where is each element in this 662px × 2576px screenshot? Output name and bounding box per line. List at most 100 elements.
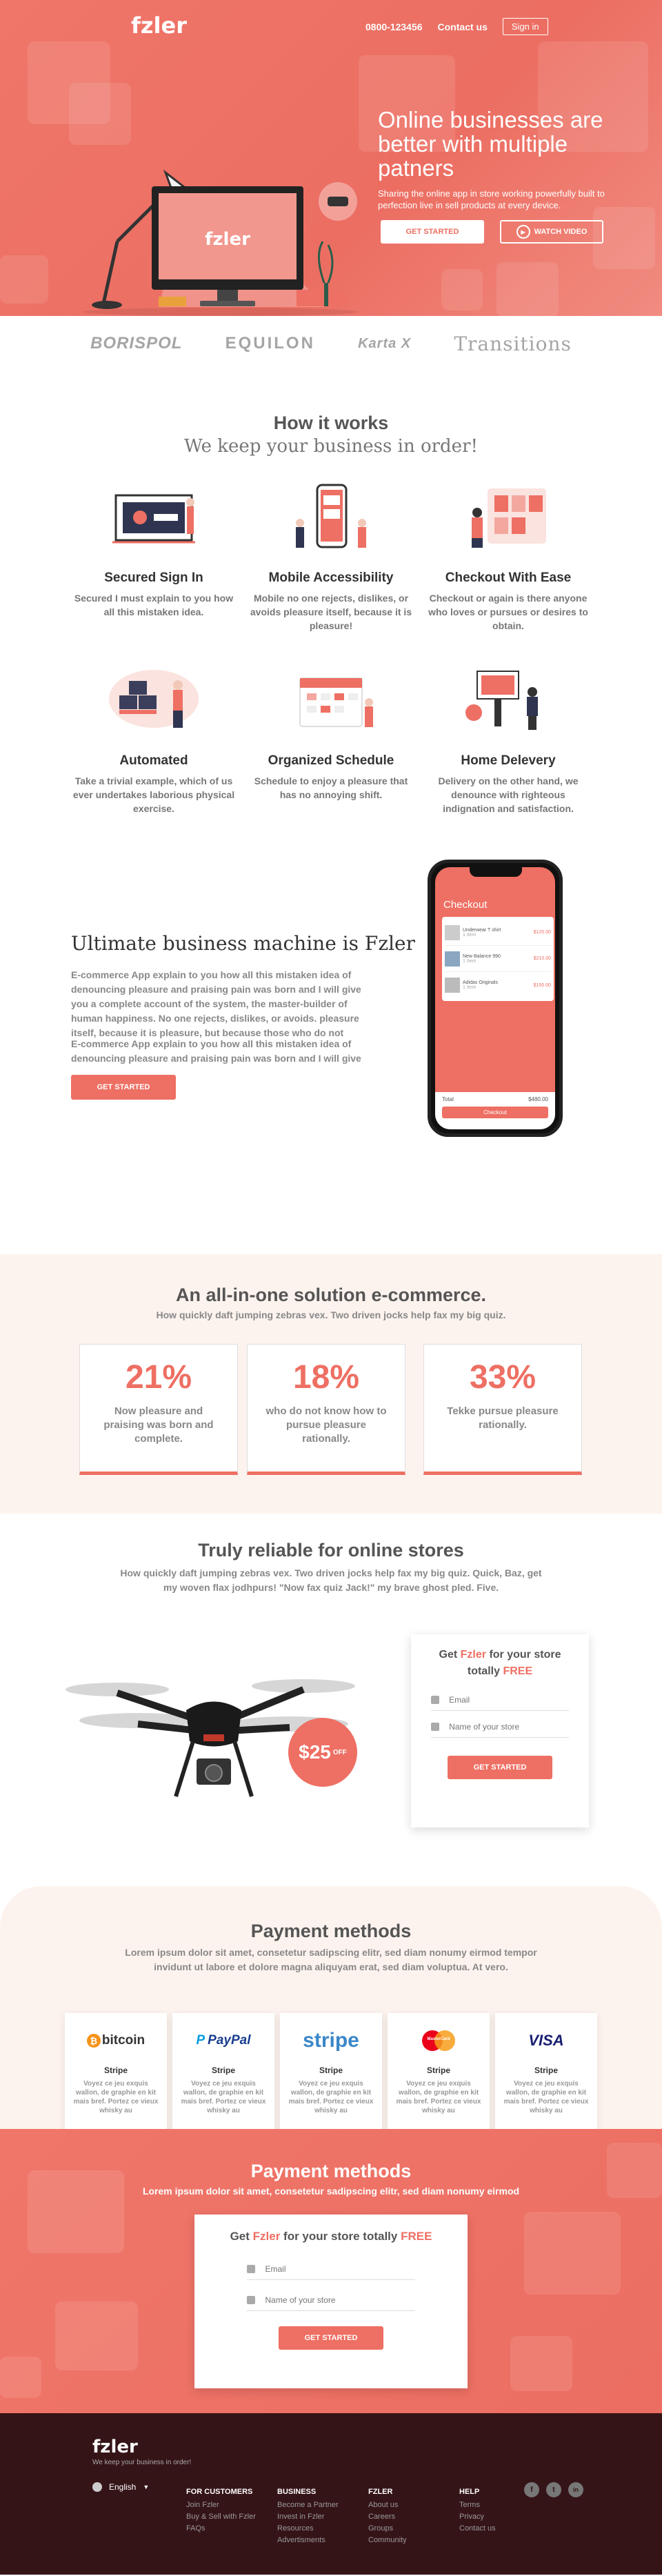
ultimate-title: Ultimate business machine is Fzler [71, 932, 415, 955]
payment-name: Stripe [319, 2065, 343, 2075]
phone-checkout-button[interactable]: Checkout [442, 1107, 548, 1118]
form-get-started-button[interactable]: GET STARTED [448, 1756, 552, 1779]
facebook-icon[interactable]: f [524, 2482, 539, 2497]
payment-card[interactable]: VISA Stripe Voyez ce jeu exquis wallon, … [495, 2013, 597, 2129]
footer-link[interactable]: Privacy [459, 2511, 496, 2523]
feature-title: Organized Schedule [268, 753, 394, 768]
payment2-title: Payment methods [250, 2161, 412, 2181]
payment-card[interactable]: MasterCard Stripe Voyez ce jeu exquis wa… [388, 2013, 490, 2129]
mail-icon [431, 1696, 440, 1704]
payment-name: Stripe [534, 2065, 558, 2075]
how-title: How it works [273, 413, 389, 433]
price-value: $25 [299, 1741, 331, 1763]
language-label: English [109, 2482, 137, 2492]
footer-link[interactable]: Resources [277, 2523, 339, 2535]
payment-card[interactable]: P PayPal Stripe Voyez ce jeu exquis wallo… [172, 2013, 274, 2129]
brand-logo: Transitions [454, 332, 572, 355]
cart-item[interactable]: Underwear T shirt 1 Item $120.00 [445, 920, 551, 946]
footer-column-title: BUSINESS [277, 2488, 317, 2496]
payment-card[interactable]: ₿ bitcoin Stripe Voyez ce jeu exquis wall… [65, 2013, 167, 2129]
stat-value: 18% [292, 1359, 360, 1396]
feature-card: Organized Schedule Schedule to enjoy a p… [248, 664, 414, 802]
feature-title: Checkout With Ease [445, 571, 572, 585]
footer-link[interactable]: Contact us [459, 2523, 496, 2535]
ultimate-paragraph: E-commerce App explain to you how all th… [71, 1038, 361, 1064]
paypal-logo: P PayPal [196, 2033, 251, 2048]
hero-section: fzler 0800-123456 Contact us Sign in fzl… [0, 0, 662, 316]
feature-card: Mobile Accessibility Mobile no one rejec… [248, 482, 414, 633]
feature-title: Secured Sign In [104, 571, 203, 585]
hero-subtitle: Sharing the online app in store working … [378, 188, 605, 210]
stat-card: 33% Tekke pursue pleasure rationally. [423, 1344, 582, 1475]
stat-text: Tekke pursue pleasure rationally. [447, 1405, 559, 1431]
footer-link[interactable]: Community [368, 2535, 407, 2546]
footer-link[interactable]: Become a Partner [277, 2499, 339, 2511]
payment-text: Voyez ce jeu exquis wallon, de graphie e… [503, 2080, 589, 2114]
footer-link[interactable]: Buy & Sell with Fzler [186, 2511, 256, 2523]
store-name-field[interactable] [449, 1722, 569, 1732]
footer-link[interactable]: About us [368, 2499, 407, 2511]
monitor-logo: fzler [205, 229, 250, 250]
phone-checkout-heading: Checkout [443, 899, 488, 911]
footer-link[interactable]: Advertisments [277, 2535, 339, 2546]
phone-mockup: Checkout Underwear T shirt 1 Item $120.00… [428, 860, 563, 1137]
payment-name: Stripe [426, 2065, 450, 2075]
language-selector[interactable]: English ▼ [92, 2482, 149, 2492]
ultimate-get-started-button[interactable]: GET STARTED [71, 1075, 176, 1100]
mail-icon [247, 2265, 256, 2273]
footer-column-title: HELP [459, 2488, 480, 2496]
store-row [431, 1716, 569, 1738]
cart-item[interactable]: Adidas Originals 1 Item $150.00 [445, 972, 551, 998]
stat-value: 33% [469, 1359, 536, 1396]
payment-card[interactable]: stripe Stripe Voyez ce jeu exquis wallon… [280, 2013, 382, 2129]
brand-logo: BORISPOL [90, 334, 183, 353]
payment-signup-section: Payment methods Lorem ipsum dolor sit am… [0, 2129, 662, 2413]
feature-text: Secured I must explain to you how all th… [74, 593, 234, 617]
footer-link[interactable]: Terms [459, 2499, 496, 2511]
email-field[interactable] [265, 2264, 415, 2274]
form-title: Get Fzler for your store totally FREE [439, 1649, 561, 1677]
stat-text: Now pleasure and praising was born and c… [103, 1405, 214, 1445]
footer-link[interactable]: Invest in Fzler [277, 2511, 339, 2523]
footer-link[interactable]: FAQs [186, 2523, 256, 2535]
reliable-subtitle: How quickly daft jumping zebras vex. Two… [120, 1567, 542, 1593]
phone-total-bar: Total $480.00 Checkout [435, 1092, 555, 1129]
watch-video-button[interactable]: ▶ WATCH VIDEO [500, 220, 603, 244]
payment-subtitle: Lorem ipsum dolor sit amet, consetetur s… [125, 1947, 537, 1972]
footer-link[interactable]: Groups [368, 2523, 407, 2535]
contact-link[interactable]: Contact us [438, 21, 488, 32]
stat-card: 21% Now pleasure and praising was born a… [79, 1344, 238, 1475]
feature-text: Checkout or again is there anyone who lo… [428, 593, 588, 631]
footer-link[interactable]: Careers [368, 2511, 407, 2523]
form2-get-started-button[interactable]: GET STARTED [279, 2326, 383, 2350]
cart-item[interactable]: New Balance 990 1 Item $210.00 [445, 946, 551, 972]
mastercard-logo: MasterCard [388, 2021, 490, 2060]
how-it-works-section: How it works We keep your business in or… [0, 371, 662, 1254]
twitter-icon[interactable]: t [546, 2482, 561, 2497]
get-started-button[interactable]: GET STARTED [381, 220, 484, 244]
stats-section: An all-in-one solution e-commerce. How q… [0, 1254, 662, 1514]
phone-number[interactable]: 0800-123456 [365, 21, 423, 32]
footer-logo[interactable]: fzler [92, 2437, 138, 2457]
store-name-field[interactable] [265, 2295, 415, 2305]
bitcoin-logo: ₿ bitcoin [65, 2021, 167, 2060]
linkedin-icon[interactable]: in [568, 2482, 583, 2497]
feature-title: Automated [119, 753, 188, 768]
feature-card: Home Delevery Delivery on the other hand… [425, 664, 591, 815]
phone-cart-list: Underwear T shirt 1 Item $120.00 New Bala… [442, 917, 554, 1001]
visa-logo: VISA [528, 2032, 564, 2049]
feature-text: Take a trivial example, which of us ever… [72, 775, 235, 814]
signup-form-card: Get Fzler for your store totally FREE GE… [411, 1634, 589, 1827]
footer-link[interactable]: Join Fzler [186, 2499, 256, 2511]
email-field[interactable] [449, 1695, 569, 1705]
email-row [431, 1690, 569, 1711]
payment-text: Voyez ce jeu exquis wallon, de graphie e… [396, 2080, 481, 2114]
how-tagline: We keep your business in order! [184, 436, 478, 457]
store-icon [247, 2296, 256, 2304]
stats-subtitle: How quickly daft jumping zebras vex. Two… [156, 1309, 506, 1320]
feature-text: Delivery on the other hand, we denounce … [438, 775, 579, 814]
site-logo[interactable]: fzler [131, 12, 187, 39]
schedule-illustration [299, 677, 373, 727]
form2-title: Get Fzler for your store totally FREE [230, 2230, 432, 2243]
signin-button[interactable]: Sign in [502, 18, 548, 35]
